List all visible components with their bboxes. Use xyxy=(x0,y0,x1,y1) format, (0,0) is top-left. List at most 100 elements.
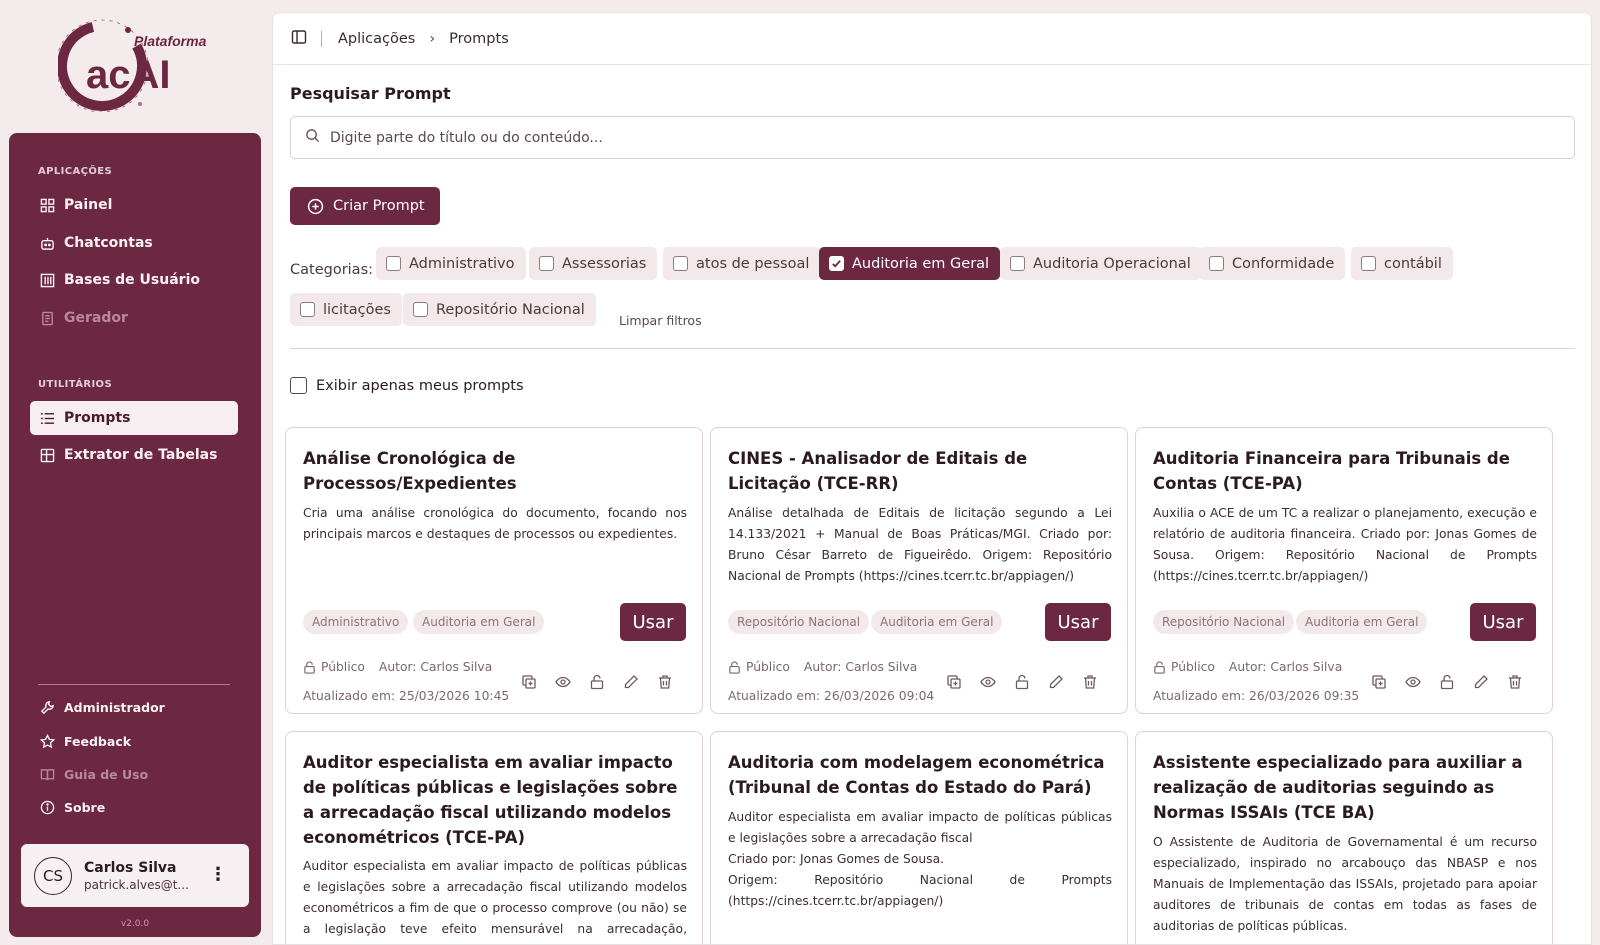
filter-chip-licitacoes[interactable]: licitações xyxy=(290,293,402,326)
lock-icon xyxy=(1153,660,1166,674)
sidebar-item-gerador[interactable]: Gerador xyxy=(30,301,238,335)
card-description-line: Origem: Repositório Nacional de Prompts … xyxy=(728,873,1112,908)
checkbox-checked[interactable] xyxy=(829,256,844,271)
card-updated: Atualizado em: 26/03/2026 09:35 xyxy=(1153,689,1360,703)
user-card[interactable]: CS Carlos Silva patrick.alves@t... ⋮ xyxy=(21,844,249,907)
card-tag: Administrativo xyxy=(303,610,409,634)
categories-label: Categorias: xyxy=(290,262,374,278)
pencil-icon[interactable] xyxy=(622,673,640,691)
card-meta: Público Autor: Carlos Silva xyxy=(728,660,917,674)
card-description-line: Auditor especialista em avaliar impacto … xyxy=(728,810,1112,845)
checkbox[interactable] xyxy=(300,302,315,317)
avatar: CS xyxy=(34,856,72,895)
filter-chip-assessorias[interactable]: Assessorias xyxy=(529,247,658,280)
filter-chip-contabil[interactable]: contábil xyxy=(1351,247,1453,280)
filter-chip-repositorio-nacional[interactable]: Repositório Nacional xyxy=(403,293,596,326)
sidebar-item-chatcontas[interactable]: Chatcontas xyxy=(30,226,238,260)
checkbox[interactable] xyxy=(539,256,554,271)
unlock-icon[interactable] xyxy=(1013,673,1031,691)
card-title: Auditor especialista em avaliar impacto … xyxy=(303,753,678,847)
sidebar-item-feedback[interactable]: Feedback xyxy=(30,726,238,756)
lock-icon xyxy=(303,660,316,674)
sidebar-item-prompts[interactable]: Prompts xyxy=(30,401,238,435)
sidebar-item-label: Chatcontas xyxy=(64,235,153,251)
duplicate-icon[interactable] xyxy=(520,673,538,691)
section-label-apps: APLICAÇÕES xyxy=(38,166,113,177)
checkbox[interactable] xyxy=(1010,256,1025,271)
app-version: v2.0.0 xyxy=(120,919,150,929)
create-prompt-button[interactable]: Criar Prompt xyxy=(290,187,440,225)
card-meta: Público Autor: Carlos Silva xyxy=(303,660,492,674)
card-actions xyxy=(1370,673,1540,691)
duplicate-icon[interactable] xyxy=(945,673,963,691)
checkbox[interactable] xyxy=(413,302,428,317)
more-vertical-icon[interactable]: ⋮ xyxy=(209,866,227,884)
logo-text-main: acAI xyxy=(86,53,171,97)
use-button[interactable]: Usar xyxy=(1045,603,1111,641)
list-icon xyxy=(39,410,55,426)
duplicate-icon[interactable] xyxy=(1370,673,1388,691)
trash-icon[interactable] xyxy=(1506,673,1524,691)
card-description: O Assistente de Auditoria de Governament… xyxy=(1153,835,1537,933)
prompt-card: Assistente especializado para auxiliar a… xyxy=(1135,731,1553,944)
card-visibility: Público xyxy=(321,660,365,674)
sidebar-divider xyxy=(38,684,230,685)
checkbox[interactable] xyxy=(290,377,307,394)
topbar: Aplicações › Prompts xyxy=(273,13,1591,65)
trash-icon[interactable] xyxy=(656,673,674,691)
chip-label: Administrativo xyxy=(409,255,515,272)
bot-icon xyxy=(39,235,55,251)
checkbox[interactable] xyxy=(1361,256,1376,271)
clear-filters-link[interactable]: Limpar filtros xyxy=(619,313,702,328)
user-email: patrick.alves@t... xyxy=(84,877,189,892)
checkbox[interactable] xyxy=(1209,256,1224,271)
sidebar-toggle-icon[interactable] xyxy=(291,29,307,49)
search-input[interactable] xyxy=(330,129,1530,146)
use-button[interactable]: Usar xyxy=(620,603,686,641)
sidebar-item-extrator[interactable]: Extrator de Tabelas xyxy=(30,438,238,472)
sidebar-item-sobre[interactable]: Sobre xyxy=(30,792,238,822)
pencil-icon[interactable] xyxy=(1047,673,1065,691)
eye-icon[interactable] xyxy=(979,673,997,691)
sidebar-item-administrador[interactable]: Administrador xyxy=(30,692,238,722)
filter-chip-conformidade[interactable]: Conformidade xyxy=(1199,247,1346,280)
chip-label: Conformidade xyxy=(1232,255,1335,272)
eye-icon[interactable] xyxy=(554,673,572,691)
create-prompt-label: Criar Prompt xyxy=(333,198,425,214)
wrench-icon xyxy=(39,699,55,715)
pencil-icon[interactable] xyxy=(1472,673,1490,691)
card-author: Autor: Carlos Silva xyxy=(803,660,918,674)
card-tag: Auditoria em Geral xyxy=(1296,610,1428,634)
sidebar-item-bases[interactable]: Bases de Usuário xyxy=(30,263,238,297)
filter-chip-atos-de-pessoal[interactable]: atos de pessoal xyxy=(663,247,821,280)
card-tag: Auditoria em Geral xyxy=(413,610,545,634)
eye-icon[interactable] xyxy=(1404,673,1422,691)
sidebar-item-guia[interactable]: Guia de Uso xyxy=(30,759,238,789)
document-icon xyxy=(39,310,55,326)
checkbox[interactable] xyxy=(386,256,401,271)
card-author: Autor: Carlos Silva xyxy=(378,660,493,674)
filter-chip-administrativo[interactable]: Administrativo xyxy=(376,247,526,280)
info-icon xyxy=(39,799,55,815)
only-mine-toggle[interactable]: Exibir apenas meus prompts xyxy=(290,377,524,394)
chip-label: atos de pessoal xyxy=(696,255,810,272)
app-logo: Plataforma acAI xyxy=(55,16,208,113)
trash-icon[interactable] xyxy=(1081,673,1099,691)
star-icon xyxy=(39,733,55,749)
filter-chip-auditoria-em-geral[interactable]: Auditoria em Geral xyxy=(819,247,1001,280)
user-name: Carlos Silva xyxy=(84,859,177,876)
search-box[interactable] xyxy=(290,116,1575,159)
unlock-icon[interactable] xyxy=(1438,673,1456,691)
sidebar-item-label: Prompts xyxy=(64,410,131,426)
filter-chip-auditoria-operacional[interactable]: Auditoria Operacional xyxy=(1000,247,1202,280)
lock-icon xyxy=(728,660,741,674)
breadcrumb-current: Prompts xyxy=(449,30,509,47)
search-title: Pesquisar Prompt xyxy=(290,84,451,103)
use-button[interactable]: Usar xyxy=(1470,603,1536,641)
checkbox[interactable] xyxy=(673,256,688,271)
chip-label: Auditoria Operacional xyxy=(1033,255,1191,272)
sidebar-item-label: Sobre xyxy=(64,799,106,815)
sidebar-item-painel[interactable]: Painel xyxy=(30,188,238,222)
breadcrumb-applications[interactable]: Aplicações xyxy=(338,31,415,47)
unlock-icon[interactable] xyxy=(588,673,606,691)
